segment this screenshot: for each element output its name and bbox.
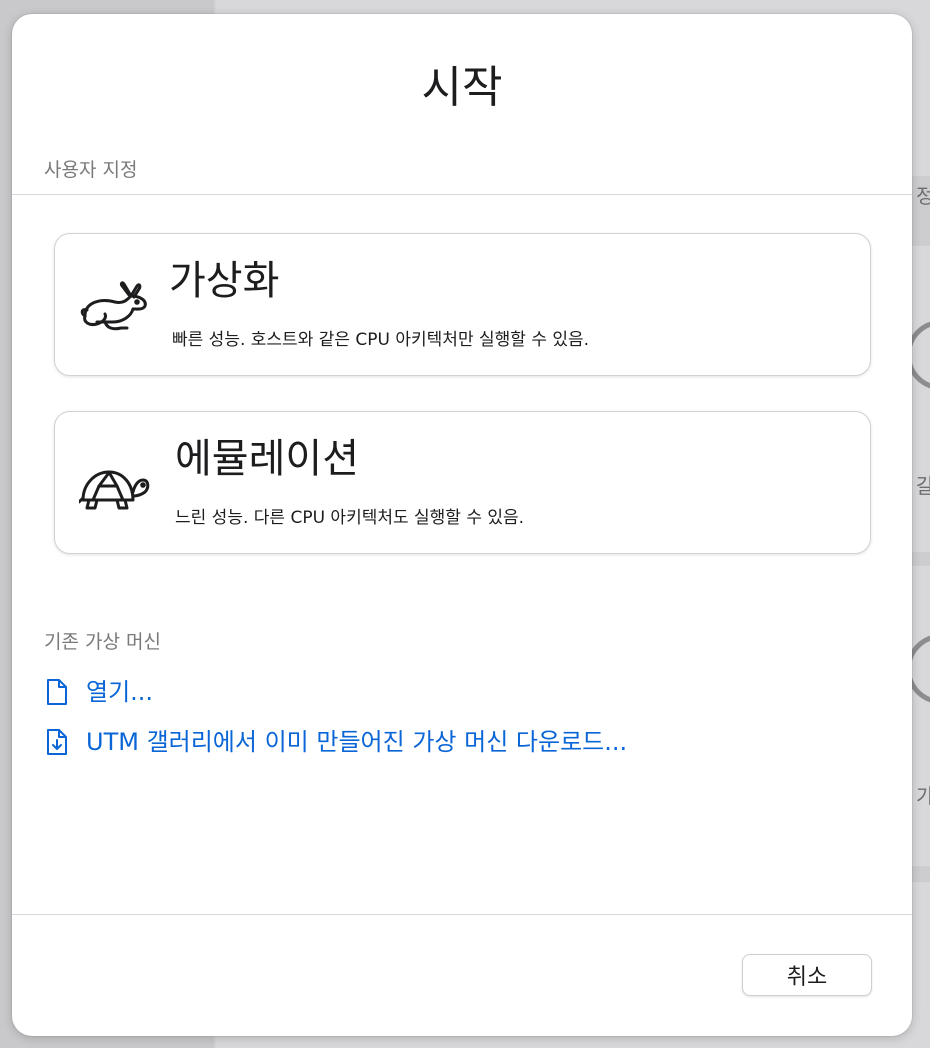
virtualize-option[interactable]: 가상화 빠른 성능. 호스트와 같은 CPU 아키텍처만 실행할 수 있음.	[54, 233, 871, 376]
rabbit-icon	[80, 281, 147, 331]
document-download-icon	[47, 729, 67, 755]
turtle-icon	[79, 470, 150, 510]
gallery-download-link[interactable]: UTM 갤러리에서 이미 만들어진 가상 머신 다운로드...	[44, 725, 627, 759]
background-text: 정	[916, 184, 930, 208]
divider	[12, 194, 912, 195]
cancel-button[interactable]: 취소	[742, 954, 872, 996]
document-icon	[47, 679, 67, 705]
gallery-download-label: UTM 갤러리에서 이미 만들어진 가상 머신 다운로드...	[86, 728, 628, 756]
open-link[interactable]: 열기...	[44, 675, 153, 709]
virtualize-title: 가상화	[169, 258, 280, 304]
background-text: 갈	[916, 474, 930, 498]
existing-section-header: 기존 가상 머신	[44, 631, 161, 653]
virtualize-description: 빠른 성능. 호스트와 같은 CPU 아키텍처만 실행할 수 있음.	[172, 330, 590, 350]
open-link-label: 열기...	[86, 678, 154, 706]
background-row	[912, 866, 930, 882]
background-text: 가	[916, 784, 930, 808]
emulate-description: 느린 성능. 다른 CPU 아키텍처도 실행할 수 있음.	[175, 508, 525, 528]
footer-divider	[12, 914, 912, 915]
start-sheet: 시작 사용자 지정 가상화 빠른 성능. 호스트와 같은 CPU 아키텍처만 실…	[12, 14, 912, 1036]
emulate-title: 에뮬레이션	[175, 436, 359, 482]
custom-section-header: 사용자 지정	[44, 159, 138, 181]
emulate-option[interactable]: 에뮬레이션 느린 성능. 다른 CPU 아키텍처도 실행할 수 있음.	[54, 411, 871, 554]
background-row	[912, 552, 930, 566]
sheet-title: 시작	[421, 62, 503, 113]
